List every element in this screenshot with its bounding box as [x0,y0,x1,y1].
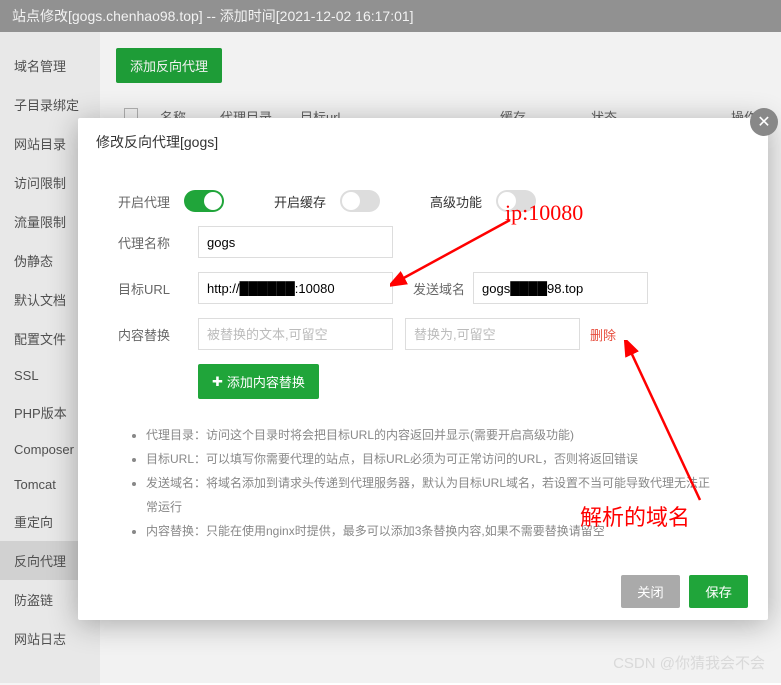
edit-proxy-modal: ✕ 修改反向代理[gogs] 开启代理 开启缓存 高级功能 代理名称 [78,118,768,620]
replace-from-input[interactable] [198,318,393,350]
close-button[interactable]: 关闭 [621,575,680,608]
hint-item: 目标URL：可以填写你需要代理的站点，目标URL必须为可正常访问的URL，否则将… [146,447,718,471]
target-label: 目标URL [118,279,198,298]
name-label: 代理名称 [118,233,198,252]
add-replace-button[interactable]: ✚ 添加内容替换 [198,364,319,399]
save-button[interactable]: 保存 [689,575,748,608]
cache-switch-label: 开启缓存 [274,192,326,211]
proxy-switch[interactable] [184,190,224,212]
proxy-switch-label: 开启代理 [118,192,170,211]
close-icon[interactable]: ✕ [750,108,778,136]
replace-to-input[interactable] [405,318,580,350]
cache-switch[interactable] [340,190,380,212]
replace-label: 内容替换 [118,325,198,344]
send-domain-input[interactable] [473,272,648,304]
plus-icon: ✚ [212,374,223,390]
send-label: 发送域名 [413,279,473,298]
hints-list: 代理目录：访问这个目录时将会把目标URL的内容返回并显示(需要开启高级功能)目标… [118,423,728,543]
modal-title: 修改反向代理[gogs] [78,118,768,166]
adv-switch[interactable] [496,190,536,212]
hint-item: 代理目录：访问这个目录时将会把目标URL的内容返回并显示(需要开启高级功能) [146,423,718,447]
proxy-name-input[interactable] [198,226,393,258]
hint-item: 发送域名：将域名添加到请求头传递到代理服务器，默认为目标URL域名，若设置不当可… [146,471,718,519]
adv-switch-label: 高级功能 [430,192,482,211]
hint-item: 内容替换：只能在使用nginx时提供，最多可以添加3条替换内容,如果不需要替换请… [146,519,718,543]
target-url-input[interactable] [198,272,393,304]
replace-delete-link[interactable]: 删除 [590,325,616,344]
